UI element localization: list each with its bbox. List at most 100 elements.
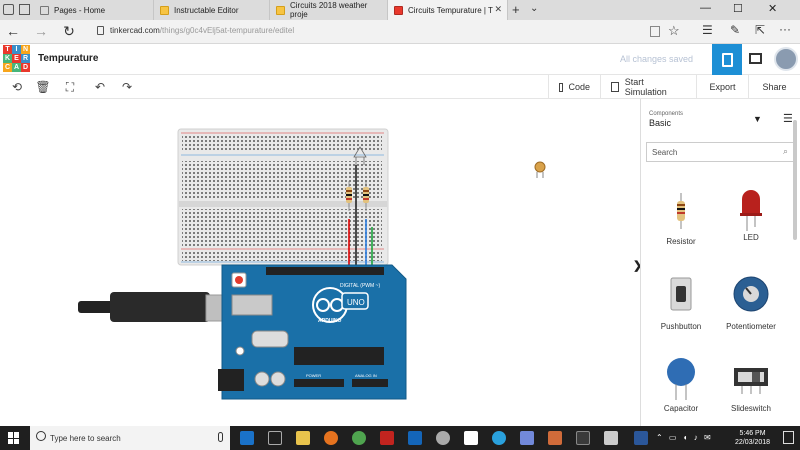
share-label: Share	[762, 82, 787, 92]
undo-icon[interactable]: ↶	[91, 78, 109, 96]
tab-dropdown-icon[interactable]: ⌄	[530, 3, 538, 14]
code-icon	[559, 82, 564, 92]
component-resistor[interactable]: Resistor	[646, 191, 716, 246]
taskbar-search-placeholder: Type here to search	[50, 433, 121, 443]
export-button[interactable]: Export	[696, 75, 748, 99]
app-icon[interactable]	[380, 431, 394, 445]
components-label: Components	[649, 111, 684, 117]
media-icon[interactable]	[548, 431, 562, 445]
task-view-icon[interactable]	[268, 431, 282, 445]
store-icon[interactable]	[296, 431, 310, 445]
firefox-icon[interactable]	[324, 431, 338, 445]
caret-down-icon[interactable]: ▼	[753, 114, 762, 124]
tab-pages-home[interactable]: Pages - Home	[34, 0, 154, 20]
fit-view-icon[interactable]: ⛶	[61, 78, 79, 96]
category-select[interactable]: Basic	[649, 118, 671, 128]
list-view-icon[interactable]: ☰	[783, 112, 793, 125]
board-brand-label: ARDUINO	[318, 318, 341, 324]
simulation-icon	[611, 82, 619, 92]
outlook-icon[interactable]	[408, 431, 422, 445]
code-button[interactable]: Code	[548, 75, 600, 99]
search-placeholder: Search	[652, 148, 678, 157]
resistor-icon	[677, 193, 685, 229]
hub-menu-icon[interactable]: ☰	[702, 23, 713, 37]
component-search-input[interactable]: Search ⌕	[646, 142, 794, 162]
redo-icon[interactable]: ↷	[118, 78, 136, 96]
new-tab-icon[interactable]: +	[512, 2, 520, 17]
led-icon	[740, 190, 762, 231]
tab-preview-icon[interactable]	[3, 4, 14, 15]
reading-view-icon[interactable]	[650, 26, 660, 37]
favorite-star-icon[interactable]: ☆	[668, 23, 680, 39]
maximize-icon[interactable]: ☐	[733, 2, 743, 15]
tab-label: Pages - Home	[54, 5, 106, 15]
panel-scrollbar[interactable]	[793, 120, 797, 240]
forward-arrow-icon[interactable]: →	[33, 23, 49, 39]
component-slideswitch[interactable]: Slideswitch	[716, 362, 786, 413]
app-icon[interactable]	[604, 431, 618, 445]
page-favicon-icon	[40, 5, 49, 15]
tab-instructable-editor[interactable]: Instructable Editor	[154, 0, 270, 20]
settings-gear-icon[interactable]	[436, 431, 450, 445]
export-label: Export	[709, 82, 736, 92]
close-window-icon[interactable]: ✕	[768, 2, 777, 15]
back-arrow-icon[interactable]: ←	[5, 23, 21, 39]
component-led[interactable]: LED	[716, 187, 786, 242]
tab-circuits-weather[interactable]: Circuits 2018 weather proje	[270, 0, 388, 20]
search-icon: ⌕	[782, 146, 788, 156]
web-note-icon[interactable]: ✎	[730, 23, 740, 37]
logo-letter: D	[21, 63, 30, 72]
instructables-favicon-icon	[276, 5, 285, 15]
share-button[interactable]: Share	[748, 75, 800, 99]
skype-icon[interactable]	[492, 431, 506, 445]
system-tray-icons[interactable]: ⌃ ▭ ◖ ♪ ✉	[656, 433, 713, 442]
circuit-workspace[interactable]: DIGITAL (PWM ~) ARDUINO UNO POWER ANALOG…	[0, 99, 640, 426]
tab-label: Circuits 2018 weather proje	[289, 1, 368, 19]
component-label: Capacitor	[663, 404, 699, 413]
minimize-icon[interactable]: —	[700, 2, 711, 14]
windows-start-icon[interactable]	[8, 432, 20, 444]
search-icon	[36, 431, 46, 441]
chrome-icon[interactable]	[352, 431, 366, 445]
pushbutton-icon	[670, 277, 692, 311]
component-potentiometer[interactable]: Potentiometer	[716, 274, 786, 331]
discord-icon[interactable]	[520, 431, 534, 445]
chip-icon	[721, 52, 733, 67]
project-title[interactable]: Tempurature	[38, 53, 98, 64]
circuit-canvas[interactable]: DIGITAL (PWM ~) ARDUINO UNO POWER ANALOG…	[0, 99, 640, 426]
url-field[interactable]: tinkercad.com/things/g0c4vElj5at-tempura…	[110, 26, 294, 35]
taskbar-clock[interactable]: 5:46 PM 22/03/2018	[735, 429, 770, 447]
more-options-icon[interactable]: ···	[779, 22, 791, 36]
tab-set-aside-icon[interactable]	[19, 4, 30, 15]
edge-icon[interactable]	[240, 431, 254, 445]
component-label: LED	[743, 233, 759, 242]
components-panel: Components Basic ▼ ☰ Search ⌕ Resistor L…	[640, 99, 800, 426]
word-icon[interactable]	[634, 431, 648, 445]
tab-circuits-tempurature[interactable]: Circuits Tempurature | T ✕	[388, 0, 508, 20]
component-label: Slideswitch	[730, 404, 771, 413]
refresh-icon[interactable]: ↻	[61, 23, 77, 40]
circuit-view-button[interactable]	[712, 44, 742, 75]
address-bar-row: ← → ↻ tinkercad.com/things/g0c4vElj5at-t…	[0, 20, 800, 44]
board-digital-label: DIGITAL (PWM ~)	[340, 283, 380, 289]
delete-icon[interactable]: 🗑	[34, 78, 52, 96]
clock-date: 22/03/2018	[735, 439, 771, 446]
share-page-icon[interactable]: ⇱	[755, 23, 765, 37]
slideswitch-icon	[734, 368, 768, 394]
component-list-icon[interactable]	[749, 53, 762, 64]
component-pushbutton[interactable]: Pushbutton	[646, 274, 716, 331]
user-avatar[interactable]	[774, 47, 798, 71]
component-capacitor[interactable]: Capacitor	[646, 354, 716, 413]
file-explorer-icon[interactable]	[464, 431, 478, 445]
microphone-icon[interactable]	[218, 432, 223, 442]
rotate-icon[interactable]: ⟲	[8, 78, 26, 96]
tinkercad-logo[interactable]: T I N K E R C A D	[3, 45, 30, 72]
save-status: All changes saved	[620, 54, 694, 64]
notifications-icon[interactable]	[783, 431, 794, 444]
app-icon[interactable]	[576, 431, 590, 445]
taskbar-search-input[interactable]: Type here to search	[30, 426, 230, 450]
start-simulation-button[interactable]: Start Simulation	[600, 75, 696, 99]
component-label: Potentiometer	[726, 322, 776, 331]
close-tab-icon[interactable]: ✕	[494, 4, 502, 15]
temperature-sensor[interactable]	[534, 161, 546, 178]
